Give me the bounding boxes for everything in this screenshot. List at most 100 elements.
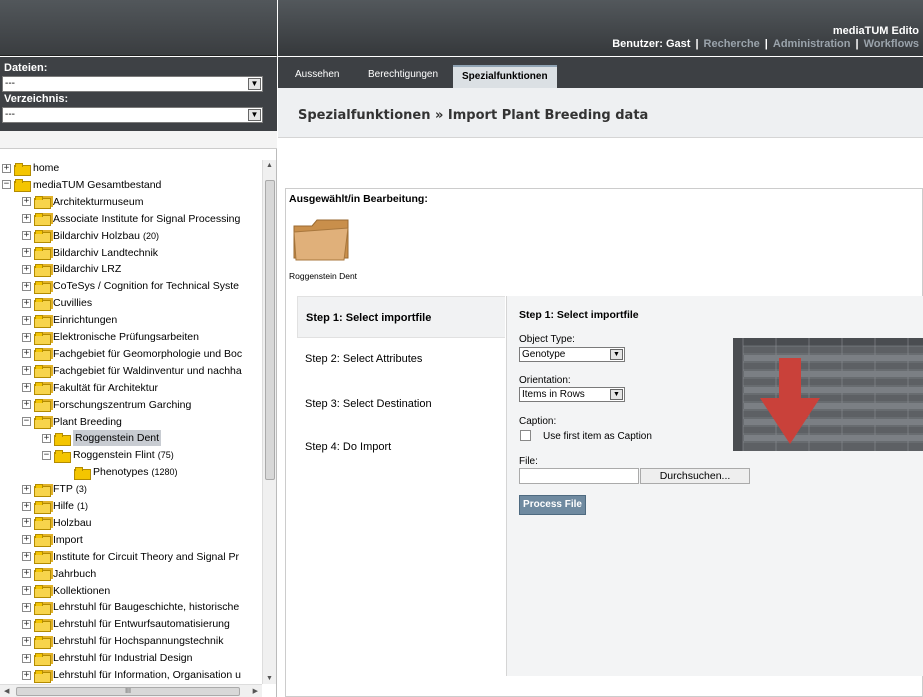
collection-icon bbox=[34, 263, 51, 277]
tree-node-label: Lehrstuhl für Baugeschichte, historische bbox=[53, 601, 240, 614]
expand-icon[interactable]: + bbox=[22, 501, 31, 511]
expand-icon[interactable]: + bbox=[22, 484, 31, 494]
expand-icon[interactable]: + bbox=[22, 653, 31, 663]
tree-node[interactable]: + Cuvillies bbox=[22, 295, 92, 311]
tree-node[interactable]: + Associate Institute for Signal Processi… bbox=[22, 211, 240, 227]
expand-icon[interactable]: + bbox=[22, 281, 31, 291]
expand-icon[interactable]: + bbox=[22, 315, 31, 325]
tree-node[interactable]: − mediaTUM Gesamtbestand bbox=[2, 177, 161, 193]
selection-label: Ausgewählt/in Bearbeitung: bbox=[289, 193, 428, 205]
chevron-down-icon[interactable]: ▼ bbox=[248, 78, 261, 90]
nav-recherche[interactable]: Recherche bbox=[704, 38, 760, 50]
files-select[interactable]: --- ▼ bbox=[2, 76, 263, 92]
tree-node[interactable]: + Lehrstuhl für Hochspannungstechnik bbox=[22, 633, 223, 649]
file-input[interactable] bbox=[519, 468, 639, 484]
collapse-icon[interactable]: − bbox=[42, 450, 51, 460]
tree-node[interactable]: + Roggenstein Dent bbox=[42, 430, 162, 447]
tree-node[interactable]: + Hilfe (1) bbox=[22, 498, 88, 514]
expand-icon[interactable]: + bbox=[22, 518, 31, 528]
expand-icon[interactable]: + bbox=[22, 670, 31, 680]
expand-icon[interactable]: + bbox=[22, 349, 31, 359]
chevron-down-icon[interactable]: ▼ bbox=[610, 389, 623, 400]
tree-node[interactable]: + Bildarchiv Landtechnik bbox=[22, 245, 158, 261]
collapse-icon[interactable]: − bbox=[2, 180, 11, 190]
tree-node[interactable]: + Elektronische Prüfungsarbeiten bbox=[22, 329, 199, 345]
expand-icon[interactable]: + bbox=[22, 264, 31, 274]
tree-node[interactable]: + Einrichtungen bbox=[22, 312, 117, 328]
nav-administration[interactable]: Administration bbox=[773, 38, 851, 50]
tree-node[interactable]: + Lehrstuhl für Information, Organisation… bbox=[22, 667, 241, 683]
object-type-select[interactable]: Genotype ▼ bbox=[519, 347, 625, 362]
nav-workflows[interactable]: Workflows bbox=[864, 38, 919, 50]
tree-node[interactable]: + Bildarchiv LRZ bbox=[22, 261, 121, 277]
expand-icon[interactable]: + bbox=[2, 163, 11, 173]
tree-node[interactable]: + CoTeSys / Cognition for Technical Syste bbox=[22, 278, 239, 294]
tree-node[interactable]: + Import bbox=[22, 532, 83, 548]
expand-icon[interactable]: + bbox=[22, 248, 31, 257]
expand-icon[interactable]: + bbox=[22, 535, 31, 545]
tree-node[interactable]: + Lehrstuhl für Entwurfsautomatisierung bbox=[22, 616, 230, 632]
expand-icon[interactable]: + bbox=[22, 569, 31, 579]
collection-icon bbox=[34, 280, 51, 294]
panel-title: Step 1: Select importfile bbox=[519, 309, 639, 321]
tree-node[interactable]: + Institute for Circuit Theory and Signal… bbox=[22, 549, 239, 565]
tree-node[interactable]: + Lehrstuhl für Industrial Design bbox=[22, 650, 193, 666]
scroll-right-icon[interactable]: ▶ bbox=[253, 687, 258, 695]
chevron-down-icon[interactable]: ▼ bbox=[610, 349, 623, 360]
collapse-icon[interactable]: − bbox=[22, 417, 31, 426]
tree-horizontal-scroll-thumb[interactable]: III bbox=[16, 687, 240, 696]
tree-node[interactable]: + Kollektionen bbox=[22, 583, 110, 599]
tab-berechtigungen[interactable]: Berechtigungen bbox=[359, 65, 447, 88]
tree-node[interactable]: + Bildarchiv Holzbau (20) bbox=[22, 228, 159, 244]
scroll-up-icon[interactable]: ▲ bbox=[266, 162, 273, 169]
expand-icon[interactable]: + bbox=[22, 298, 31, 308]
caption-checkbox[interactable] bbox=[520, 430, 531, 441]
tree-node[interactable]: + Fachgebiet für Waldinventur und nachha bbox=[22, 363, 242, 379]
tree-node-count: (1) bbox=[77, 501, 89, 511]
tab-spezialfunktionen[interactable]: Spezialfunktionen bbox=[453, 65, 557, 88]
tree-node[interactable]: + Fakultät für Architektur bbox=[22, 380, 158, 396]
tree-node[interactable]: + Fachgebiet für Geomorphologie und Boc bbox=[22, 346, 242, 362]
expand-icon[interactable]: + bbox=[22, 231, 31, 241]
tree-node[interactable]: − Plant Breeding bbox=[22, 414, 122, 430]
tree-node[interactable]: + Holzbau bbox=[22, 515, 92, 531]
step-1[interactable]: Step 1: Select importfile bbox=[297, 296, 505, 338]
step-4[interactable]: Step 4: Do Import bbox=[297, 426, 505, 468]
tree-node[interactable]: + home bbox=[2, 160, 59, 176]
scroll-left-icon[interactable]: ◀ bbox=[4, 687, 9, 695]
tree-node[interactable]: Phenotypes (1280) bbox=[62, 464, 177, 480]
expand-icon[interactable]: + bbox=[22, 197, 31, 207]
step-3[interactable]: Step 3: Select Destination bbox=[297, 383, 505, 425]
tree-node-label: Architekturmuseum bbox=[53, 195, 144, 208]
tree-node[interactable]: + Forschungszentrum Garching bbox=[22, 397, 191, 413]
expand-icon[interactable]: + bbox=[22, 400, 31, 410]
expand-icon[interactable]: + bbox=[22, 602, 31, 612]
expand-icon[interactable]: + bbox=[22, 383, 31, 393]
scroll-down-icon[interactable]: ▼ bbox=[266, 675, 273, 682]
step-2[interactable]: Step 2: Select Attributes bbox=[297, 338, 505, 380]
browse-button[interactable]: Durchsuchen... bbox=[640, 468, 750, 484]
tree-node[interactable]: + Lehrstuhl für Baugeschichte, historisch… bbox=[22, 599, 239, 615]
expand-icon[interactable]: + bbox=[22, 619, 31, 629]
process-file-button[interactable]: Process File bbox=[519, 495, 586, 515]
expand-icon[interactable]: + bbox=[22, 586, 31, 595]
chevron-down-icon[interactable]: ▼ bbox=[248, 109, 261, 121]
tree-node[interactable]: + FTP (3) bbox=[22, 481, 87, 497]
tree-vertical-scroll-thumb[interactable] bbox=[265, 180, 275, 480]
tab-aussehen[interactable]: Aussehen bbox=[286, 65, 348, 88]
expand-icon[interactable]: + bbox=[22, 636, 31, 646]
tree-horizontal-scrollbar[interactable]: ◀ III ▶ bbox=[0, 684, 262, 697]
expand-icon[interactable]: + bbox=[22, 332, 31, 342]
expand-icon[interactable]: + bbox=[22, 366, 31, 376]
tree-node-label: Lehrstuhl für Information, Organisation … bbox=[53, 669, 241, 681]
expand-icon[interactable]: + bbox=[42, 433, 51, 443]
tree-node[interactable]: − Roggenstein Flint (75) bbox=[42, 447, 174, 463]
directory-select[interactable]: --- ▼ bbox=[2, 107, 263, 123]
expand-icon[interactable]: + bbox=[22, 214, 31, 224]
folder-icon[interactable] bbox=[292, 214, 350, 264]
expand-icon[interactable]: + bbox=[22, 552, 31, 562]
tree-node[interactable]: + Architekturmuseum bbox=[22, 194, 143, 210]
orientation-select[interactable]: Items in Rows ▼ bbox=[519, 387, 625, 402]
tree-vertical-scrollbar[interactable]: ▲ ▼ bbox=[262, 160, 276, 684]
tree-node[interactable]: + Jahrbuch bbox=[22, 566, 96, 582]
